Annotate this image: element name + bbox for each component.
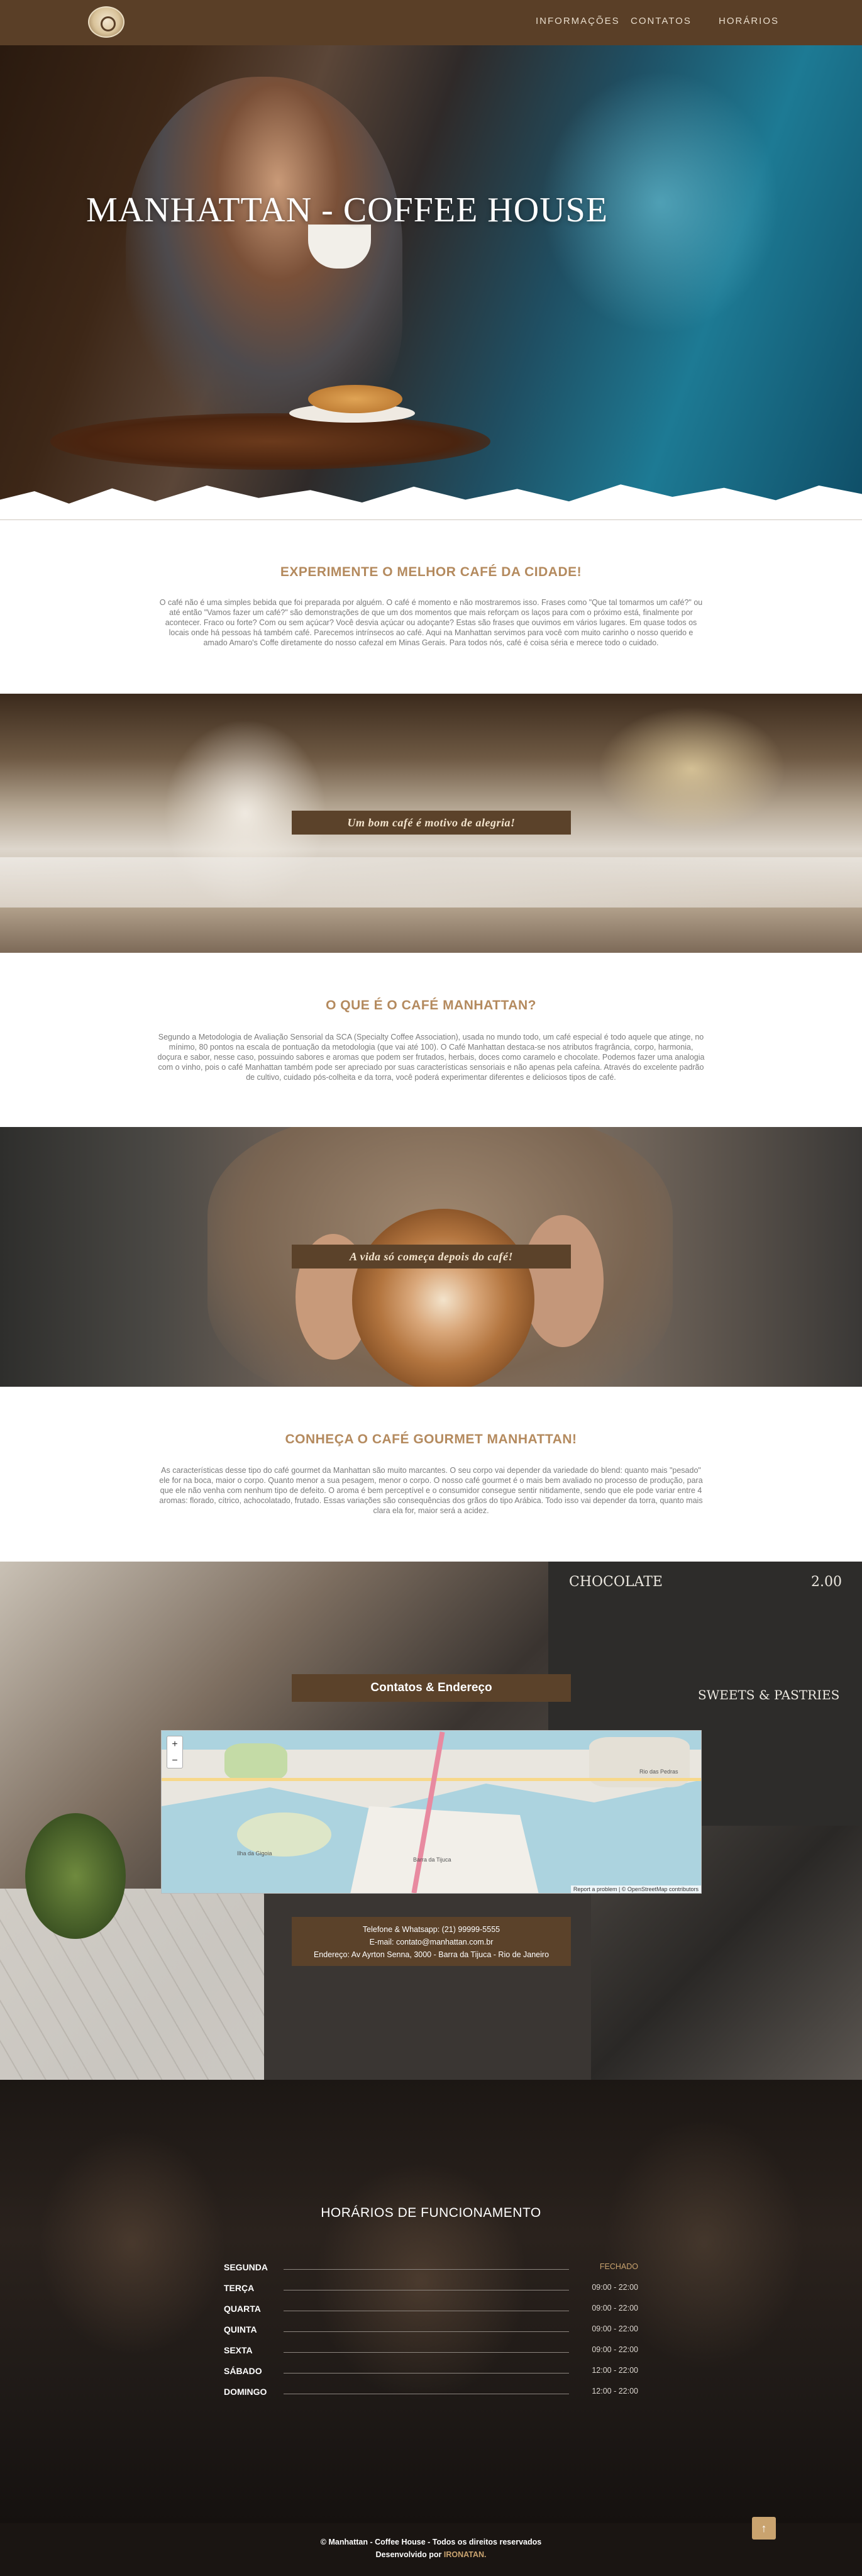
section-text-conheca: As características desse tipo do café go… <box>159 1466 703 1515</box>
zoom-in-button[interactable]: + <box>167 1736 182 1753</box>
hours-row: TERÇA 09:00 - 22:00 <box>224 2283 638 2296</box>
banner-label-vida: A vida só começa depois do café! <box>292 1245 571 1269</box>
footer-dev-link[interactable]: IRONATAN. <box>444 2550 487 2559</box>
hours-time: 09:00 - 22:00 <box>592 2324 638 2333</box>
contacts-title: Contatos & Endereço <box>292 1674 571 1702</box>
hours-day: TERÇA <box>224 2283 255 2293</box>
divider <box>0 519 862 520</box>
nav-link-horarios[interactable]: HORÁRIOS <box>719 16 779 26</box>
location-map[interactable]: Rio das Pedras Ilha da Gigoia Barra da T… <box>161 1730 702 1894</box>
hours-row: SEGUNDA FECHADO <box>224 2262 638 2275</box>
hours-row: QUINTA 09:00 - 22:00 <box>224 2324 638 2337</box>
hours-time: 12:00 - 22:00 <box>592 2366 638 2375</box>
footer-copyright: © Manhattan - Coffee House - Todos os di… <box>320 2538 542 2546</box>
hours-day: SEGUNDA <box>224 2262 268 2272</box>
hours-time: 12:00 - 22:00 <box>592 2387 638 2396</box>
hours-row: QUARTA 09:00 - 22:00 <box>224 2304 638 2316</box>
section-title-conheca: CONHEÇA O CAFÉ GOURMET MANHATTAN! <box>285 1432 577 1446</box>
section-text-experimente: O café não é uma simples bebida que foi … <box>159 598 703 647</box>
nav-link-contatos[interactable]: CONTATOS <box>631 16 692 26</box>
hours-row: DOMINGO 12:00 - 22:00 <box>224 2387 638 2399</box>
arrow-up-icon: ↑ <box>761 2522 767 2534</box>
hours-section: HORÁRIOS DE FUNCIONAMENTO SEGUNDA FECHAD… <box>0 2080 862 2523</box>
hours-day: SEXTA <box>224 2345 253 2355</box>
contact-phone: Telefone & Whatsapp: (21) 99999-5555 <box>362 1925 500 1934</box>
hours-row: SEXTA 09:00 - 22:00 <box>224 2345 638 2358</box>
nav-link-informacoes[interactable]: INFORMAÇÕES <box>536 16 620 26</box>
map-place-label: Rio das Pedras <box>639 1768 678 1775</box>
map-place-label: Barra da Tijuca <box>413 1857 451 1863</box>
contact-email[interactable]: E-mail: contato@manhattan.com.br <box>292 1936 571 1948</box>
hours-time: FECHADO <box>599 2262 638 2271</box>
hours-day: QUARTA <box>224 2304 261 2314</box>
contact-address: Endereço: Av Ayrton Senna, 3000 - Barra … <box>313 1950 550 1959</box>
hours-day: SÁBADO <box>224 2366 262 2376</box>
section-title-o-que-e: O QUE É O CAFÉ MANHATTAN? <box>326 998 536 1013</box>
chalkboard-text: SWEETS & PASTRIES <box>698 1687 840 1702</box>
banner-label-alegria: Um bom café é motivo de alegria! <box>292 811 571 835</box>
map-zoom-control: + − <box>167 1736 183 1768</box>
chalkboard-price: 2.00 <box>811 1574 842 1590</box>
hero-image <box>0 45 862 523</box>
hours-day: DOMINGO <box>224 2387 267 2397</box>
brand-logo[interactable] <box>88 6 124 38</box>
chalkboard-text: CHOCOLATE <box>569 1574 663 1590</box>
zoom-out-button[interactable]: − <box>167 1753 182 1769</box>
scroll-top-button[interactable]: ↑ <box>752 2517 776 2540</box>
hero-title: MANHATTAN - COFFEE HOUSE <box>86 191 608 230</box>
hours-time: 09:00 - 22:00 <box>592 2345 638 2354</box>
section-text-o-que-e: Segundo a Metodologia de Avaliação Senso… <box>157 1033 705 1082</box>
hours-time: 09:00 - 22:00 <box>592 2304 638 2312</box>
hours-day: QUINTA <box>224 2324 257 2334</box>
footer-dev-prefix: Desenvolvido por <box>375 2550 442 2559</box>
hours-time: 09:00 - 22:00 <box>592 2283 638 2292</box>
hours-title: HORÁRIOS DE FUNCIONAMENTO <box>321 2206 541 2220</box>
contact-info-box: Telefone & Whatsapp: (21) 99999-5555 E-m… <box>292 1917 571 1966</box>
map-place-label: Ilha da Gigoia <box>237 1850 272 1857</box>
map-attribution[interactable]: Report a problem | © OpenStreetMap contr… <box>570 1885 701 1893</box>
hours-row: SÁBADO 12:00 - 22:00 <box>224 2366 638 2379</box>
top-navbar: INFORMAÇÕES CONTATOS HORÁRIOS <box>0 0 862 45</box>
section-title-experimente: EXPERIMENTE O MELHOR CAFÉ DA CIDADE! <box>280 565 582 579</box>
footer: © Manhattan - Coffee House - Todos os di… <box>0 2523 862 2576</box>
